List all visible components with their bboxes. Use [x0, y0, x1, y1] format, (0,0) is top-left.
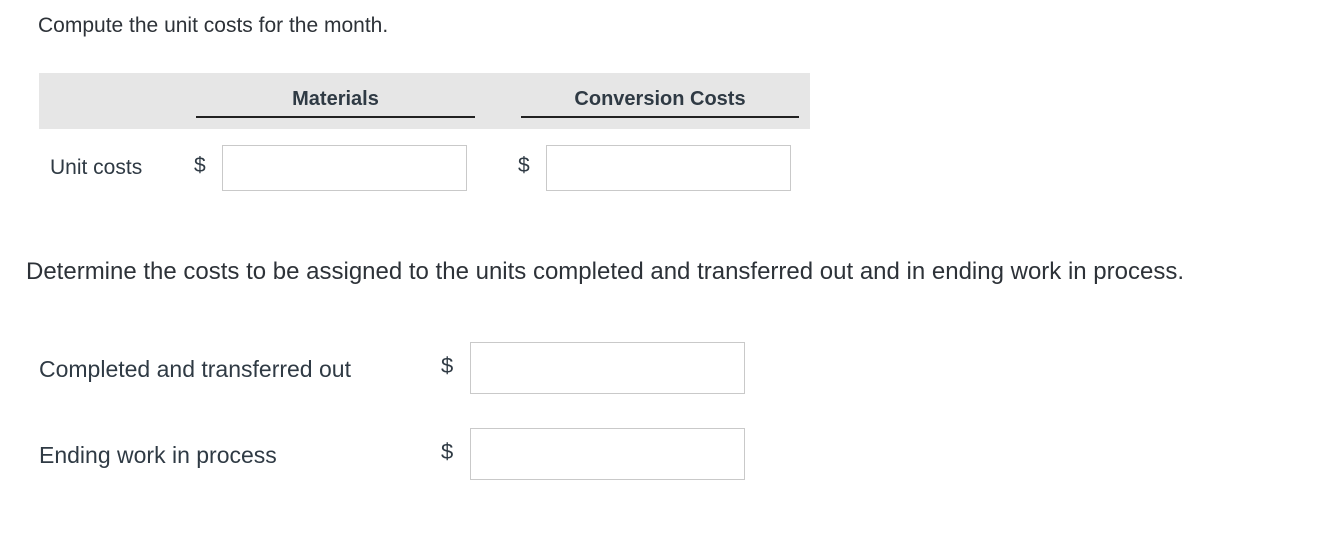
- completed-transferred-out-input[interactable]: [470, 342, 745, 394]
- cost-assignment-prompt: Determine the costs to be assigned to th…: [26, 258, 1184, 285]
- unit-costs-label: Unit costs: [50, 156, 143, 179]
- completed-currency-symbol: $: [441, 353, 454, 378]
- ending-wip-input[interactable]: [470, 428, 745, 480]
- column-header-conversion-costs: Conversion Costs: [521, 88, 799, 118]
- ending-wip-currency-symbol: $: [441, 439, 454, 464]
- conversion-currency-symbol: $: [518, 154, 530, 177]
- materials-unit-cost-input[interactable]: [222, 145, 467, 191]
- unit-costs-prompt: Compute the unit costs for the month.: [38, 14, 389, 37]
- conversion-unit-cost-input[interactable]: [546, 145, 791, 191]
- materials-currency-symbol: $: [194, 154, 206, 177]
- column-header-materials: Materials: [196, 88, 475, 118]
- ending-wip-label: Ending work in process: [39, 442, 277, 468]
- completed-transferred-out-label: Completed and transferred out: [39, 356, 351, 382]
